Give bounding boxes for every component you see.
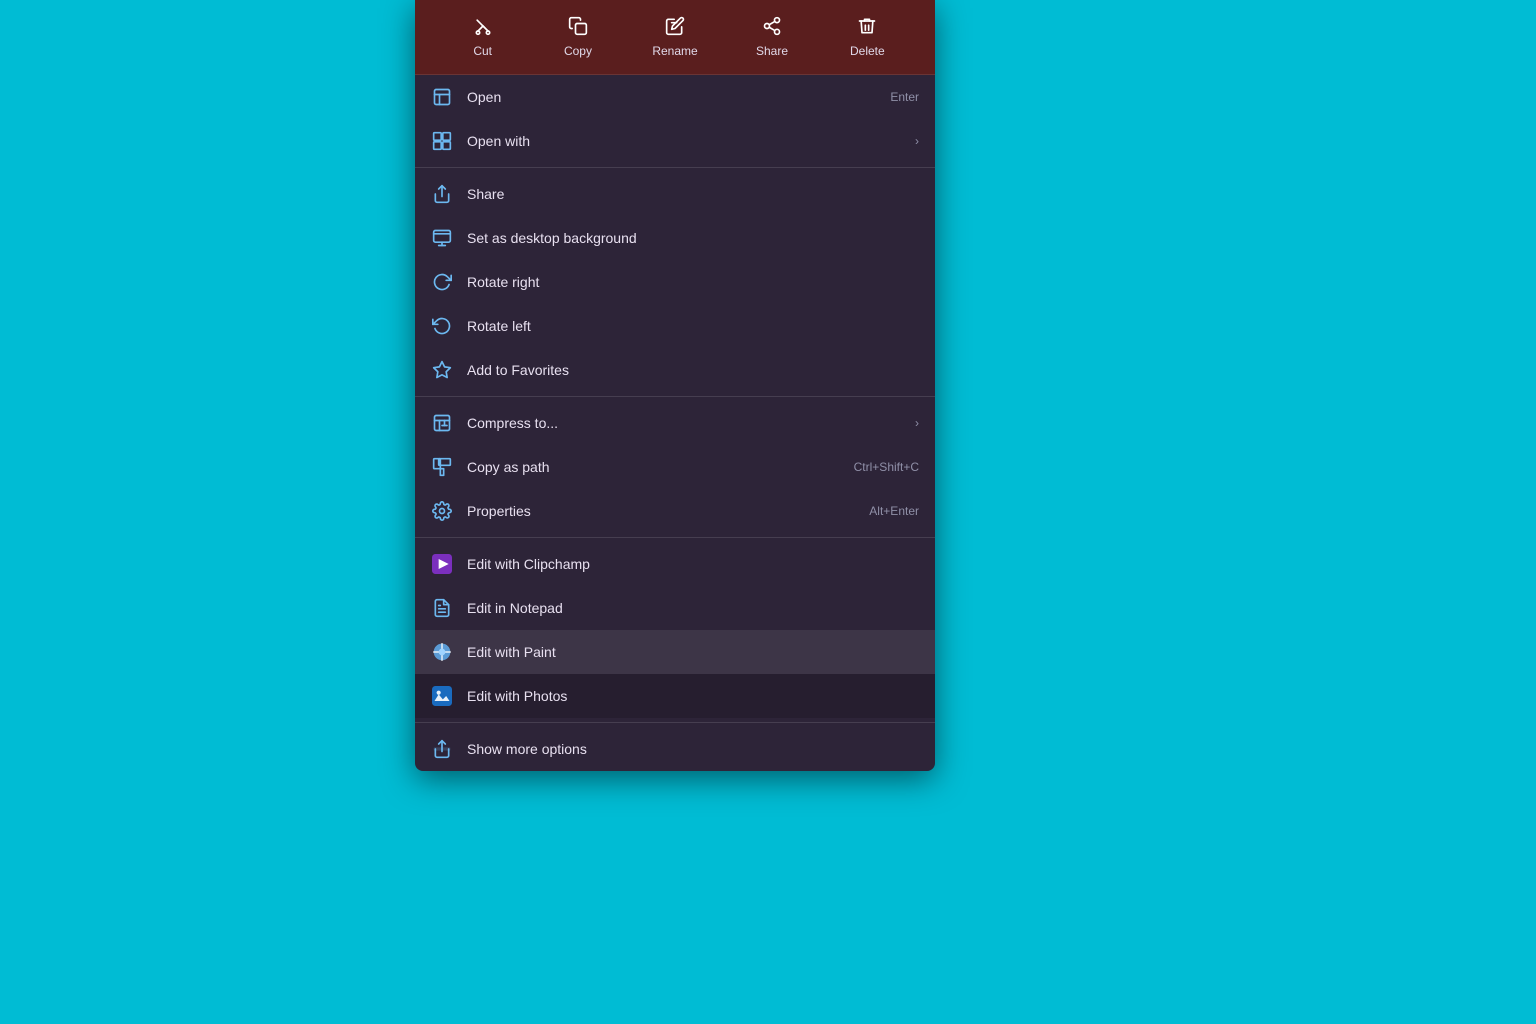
divider-2	[415, 396, 935, 397]
menu-item-add-favorites[interactable]: Add to Favorites	[415, 348, 935, 392]
rotate-left-label: Rotate left	[467, 318, 919, 334]
share-menu-label: Share	[467, 186, 919, 202]
show-more-label: Show more options	[467, 741, 919, 757]
share-button[interactable]: Share	[737, 10, 807, 64]
properties-label: Properties	[467, 503, 855, 519]
menu-item-share[interactable]: Share	[415, 172, 935, 216]
divider-1	[415, 167, 935, 168]
star-icon	[431, 359, 453, 381]
open-with-arrow: ›	[915, 134, 919, 148]
delete-label: Delete	[850, 44, 885, 58]
copy-button[interactable]: Copy	[543, 10, 613, 64]
copy-path-shortcut: Ctrl+Shift+C	[854, 460, 919, 474]
menu-item-show-more[interactable]: Show more options	[415, 727, 935, 771]
copy-label: Copy	[564, 44, 592, 58]
share-menu-icon	[431, 183, 453, 205]
clipchamp-icon	[431, 553, 453, 575]
copy-path-icon	[431, 456, 453, 478]
copy-icon	[568, 16, 588, 40]
menu-item-open-with[interactable]: Open with ›	[415, 119, 935, 163]
delete-icon	[857, 16, 877, 40]
share-label: Share	[756, 44, 788, 58]
menu-item-set-desktop[interactable]: Set as desktop background	[415, 216, 935, 260]
toolbar: Cut Copy Rename	[415, 0, 935, 75]
menu-item-edit-paint[interactable]: Edit with Paint	[415, 630, 935, 674]
open-icon	[431, 86, 453, 108]
edit-photos-label: Edit with Photos	[467, 688, 919, 704]
properties-shortcut: Alt+Enter	[869, 504, 919, 518]
menu-item-edit-clipchamp[interactable]: Edit with Clipchamp	[415, 542, 935, 586]
properties-icon	[431, 500, 453, 522]
edit-notepad-label: Edit in Notepad	[467, 600, 919, 616]
cut-icon	[473, 16, 493, 40]
notepad-icon	[431, 597, 453, 619]
open-shortcut: Enter	[890, 90, 919, 104]
edit-paint-label: Edit with Paint	[467, 644, 919, 660]
more-icon	[431, 738, 453, 760]
open-with-label: Open with	[467, 133, 901, 149]
rename-icon	[665, 16, 685, 40]
menu-item-properties[interactable]: Properties Alt+Enter	[415, 489, 935, 533]
edit-clipchamp-label: Edit with Clipchamp	[467, 556, 919, 572]
menu-item-compress[interactable]: Compress to... ›	[415, 401, 935, 445]
delete-button[interactable]: Delete	[832, 10, 902, 64]
rotate-right-label: Rotate right	[467, 274, 919, 290]
menu-item-rotate-left[interactable]: Rotate left	[415, 304, 935, 348]
divider-4	[415, 722, 935, 723]
rename-label: Rename	[652, 44, 697, 58]
desktop-icon	[431, 227, 453, 249]
menu-item-open[interactable]: Open Enter	[415, 75, 935, 119]
menu-item-edit-notepad[interactable]: Edit in Notepad	[415, 586, 935, 630]
open-label: Open	[467, 89, 876, 105]
cut-button[interactable]: Cut	[448, 10, 518, 64]
compress-label: Compress to...	[467, 415, 901, 431]
context-menu: Cut Copy Rename	[415, 0, 935, 771]
set-desktop-label: Set as desktop background	[467, 230, 919, 246]
divider-3	[415, 537, 935, 538]
rename-button[interactable]: Rename	[638, 10, 711, 64]
menu-item-edit-photos[interactable]: Edit with Photos	[415, 674, 935, 718]
menu-item-copy-path[interactable]: Copy as path Ctrl+Shift+C	[415, 445, 935, 489]
cut-label: Cut	[473, 44, 492, 58]
share-icon	[762, 16, 782, 40]
menu-item-rotate-right[interactable]: Rotate right	[415, 260, 935, 304]
add-favorites-label: Add to Favorites	[467, 362, 919, 378]
rotate-left-icon	[431, 315, 453, 337]
rotate-right-icon	[431, 271, 453, 293]
copy-path-label: Copy as path	[467, 459, 840, 475]
paint-icon	[431, 641, 453, 663]
open-with-icon	[431, 130, 453, 152]
compress-icon	[431, 412, 453, 434]
photos-icon	[431, 685, 453, 707]
compress-arrow: ›	[915, 416, 919, 430]
